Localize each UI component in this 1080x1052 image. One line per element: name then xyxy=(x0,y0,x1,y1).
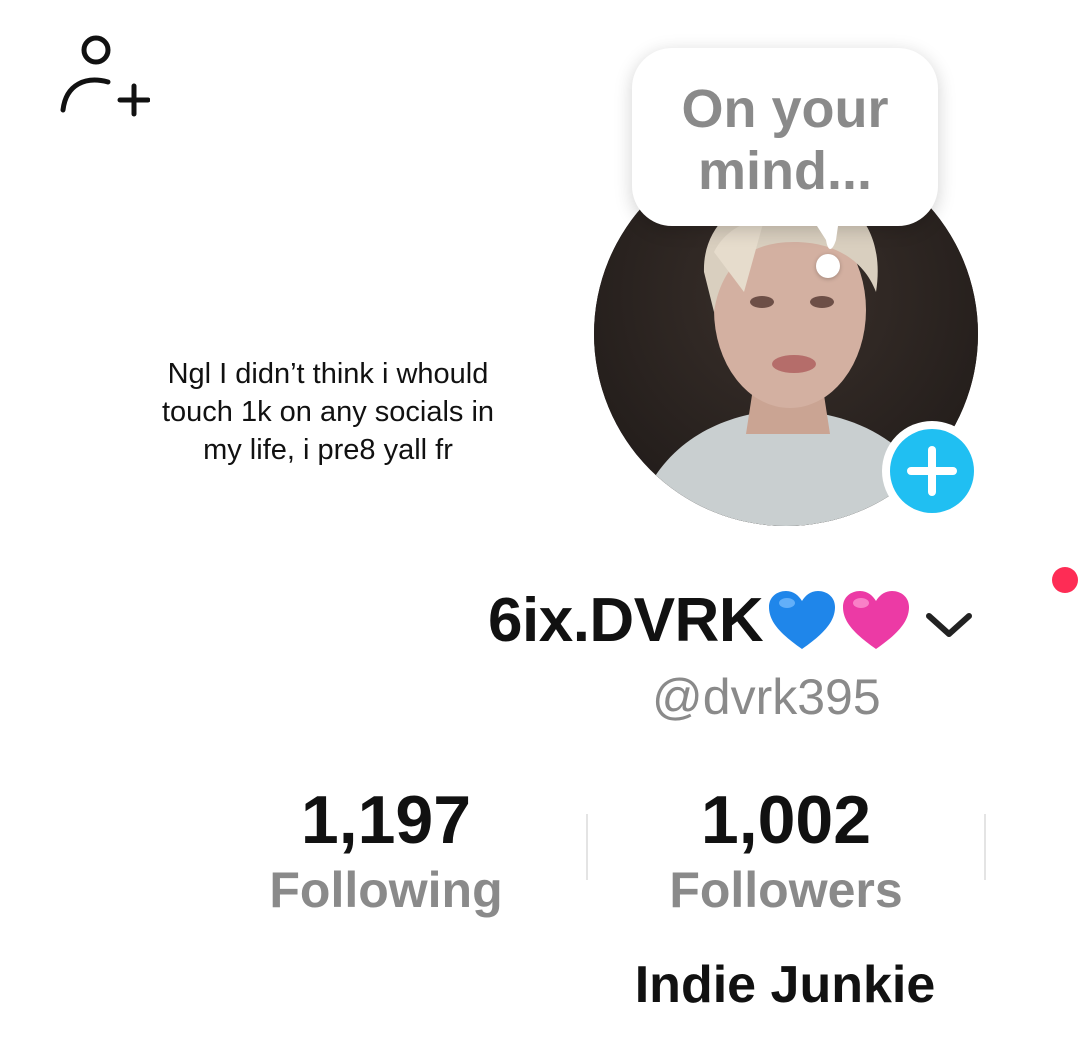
profile-bio: Indie Junkie xyxy=(634,956,936,1014)
add-friend-button[interactable] xyxy=(58,32,151,118)
chevron-down-icon xyxy=(926,613,973,637)
caption-line: my life, i pre8 yall fr xyxy=(203,434,453,466)
following-label: Following xyxy=(269,862,503,918)
followers-count: 1,002 xyxy=(700,782,872,858)
caption-line: Ngl I didn’t think i whould xyxy=(167,358,489,390)
display-name: 6ix.DVRK xyxy=(488,585,764,655)
person-plus-icon xyxy=(60,35,151,117)
add-story-button[interactable] xyxy=(879,418,985,524)
bubble-tail xyxy=(808,212,840,249)
blue-heart-icon xyxy=(769,591,836,649)
caption-text: Ngl I didn’t think i whould touch 1k on … xyxy=(118,355,538,469)
note-line: On your xyxy=(681,79,889,139)
account-switch-dropdown[interactable] xyxy=(919,590,979,650)
following-count: 1,197 xyxy=(300,782,472,858)
bubble-dot xyxy=(816,254,840,278)
stat-divider xyxy=(984,814,986,880)
notification-dot xyxy=(1052,567,1078,593)
followers-label: Followers xyxy=(669,862,903,918)
note-line: mind... xyxy=(698,141,872,201)
plus-icon xyxy=(882,421,982,521)
display-name-row: 6ix.DVRK xyxy=(488,574,979,666)
following-stat[interactable]: 1,197 Following xyxy=(226,780,546,920)
caption-line: touch 1k on any socials in xyxy=(161,396,495,428)
followers-stat[interactable]: 1,002 Followers xyxy=(626,780,946,920)
username-handle: @dvrk395 xyxy=(652,669,881,725)
note-bubble-text: On your mind... xyxy=(632,78,938,202)
stat-divider xyxy=(586,814,588,880)
note-bubble[interactable]: On your mind... xyxy=(632,48,938,226)
pink-heart-icon xyxy=(843,591,910,649)
